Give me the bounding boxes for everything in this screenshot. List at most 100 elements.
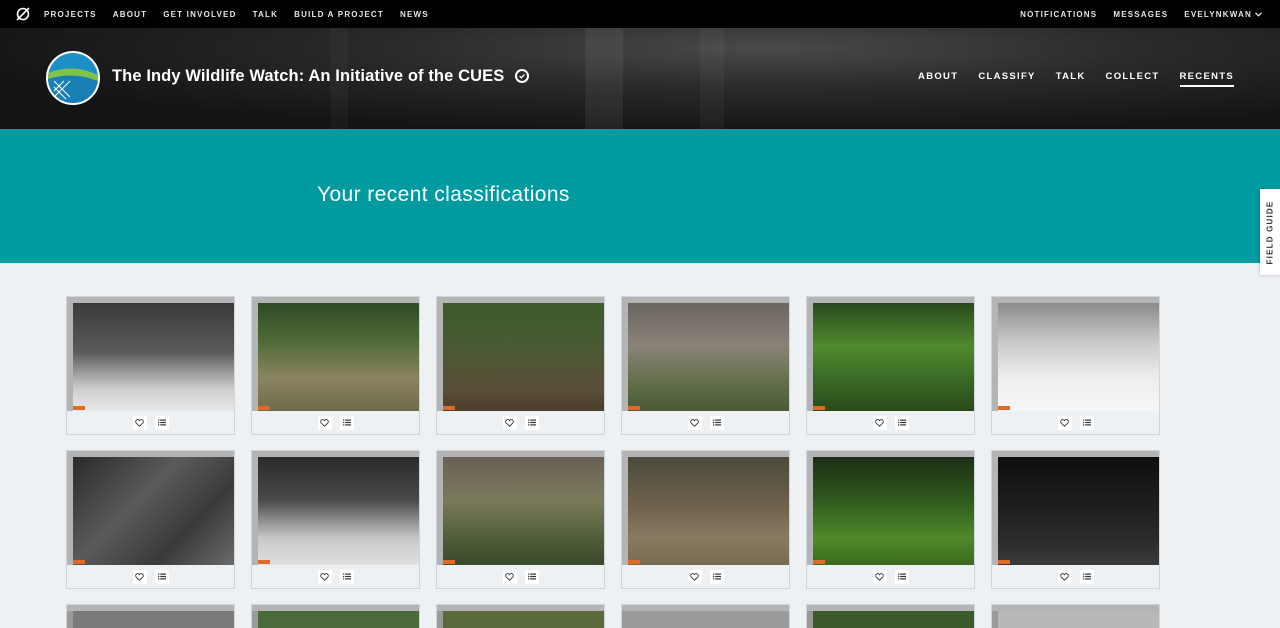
camera-trap-photo xyxy=(998,303,1159,411)
project-title[interactable]: The Indy Wildlife Watch: An Initiative o… xyxy=(112,67,504,86)
classification-card[interactable] xyxy=(436,450,605,589)
favorite-button[interactable] xyxy=(1057,569,1072,584)
project-nav-classify[interactable]: CLASSIFY xyxy=(978,71,1035,87)
camera-trap-photo xyxy=(73,457,234,565)
add-to-collection-button[interactable] xyxy=(154,415,169,430)
user-menu[interactable]: EVELYNKWAN xyxy=(1184,10,1262,19)
project-nav-about[interactable]: ABOUT xyxy=(918,71,958,87)
subject-thumbnail[interactable] xyxy=(807,605,974,628)
nav-get-involved[interactable]: GET INVOLVED xyxy=(163,10,236,19)
camera-trap-photo xyxy=(73,303,234,411)
subject-thumbnail[interactable] xyxy=(807,451,974,565)
classification-card[interactable] xyxy=(251,450,420,589)
subject-thumbnail[interactable] xyxy=(622,297,789,411)
favorite-button[interactable] xyxy=(1057,415,1072,430)
add-to-collection-button[interactable] xyxy=(894,569,909,584)
camera-trap-photo xyxy=(258,303,419,411)
favorite-button[interactable] xyxy=(502,415,517,430)
classification-card[interactable] xyxy=(66,604,235,628)
subject-thumbnail[interactable] xyxy=(67,297,234,411)
add-to-collection-button[interactable] xyxy=(524,415,539,430)
classification-card[interactable] xyxy=(991,604,1160,628)
heart-icon xyxy=(875,572,884,581)
camera-trap-photo xyxy=(443,303,604,411)
favorite-button[interactable] xyxy=(687,569,702,584)
favorite-button[interactable] xyxy=(872,569,887,584)
favorite-button[interactable] xyxy=(317,415,332,430)
subject-thumbnail[interactable] xyxy=(437,605,604,628)
classification-card[interactable] xyxy=(806,604,975,628)
add-to-collection-button[interactable] xyxy=(709,415,724,430)
favorite-button[interactable] xyxy=(502,569,517,584)
zooniverse-logo-icon[interactable] xyxy=(16,7,30,21)
project-nav-talk[interactable]: TALK xyxy=(1056,71,1086,87)
card-actions xyxy=(992,411,1159,434)
classification-card[interactable] xyxy=(621,296,790,435)
heart-icon xyxy=(135,572,144,581)
project-nav-recents[interactable]: RECENTS xyxy=(1179,71,1234,87)
subject-thumbnail[interactable] xyxy=(622,451,789,565)
subject-thumbnail[interactable] xyxy=(622,605,789,628)
classification-card[interactable] xyxy=(621,450,790,589)
heart-icon xyxy=(320,572,329,581)
chevron-down-icon xyxy=(1255,11,1262,17)
camera-trap-photo xyxy=(998,457,1159,565)
classification-card[interactable] xyxy=(66,450,235,589)
nav-projects[interactable]: PROJECTS xyxy=(44,10,97,19)
background-tree xyxy=(585,28,623,129)
classification-card[interactable] xyxy=(806,296,975,435)
add-to-collection-button[interactable] xyxy=(154,569,169,584)
add-to-collection-button[interactable] xyxy=(894,415,909,430)
subject-thumbnail[interactable] xyxy=(807,297,974,411)
camera-trap-photo xyxy=(813,611,974,628)
subject-thumbnail[interactable] xyxy=(992,605,1159,628)
classification-card[interactable] xyxy=(251,296,420,435)
add-to-collection-button[interactable] xyxy=(709,569,724,584)
add-to-collection-button[interactable] xyxy=(1079,415,1094,430)
classification-card[interactable] xyxy=(991,450,1160,589)
project-nav-collect[interactable]: COLLECT xyxy=(1106,71,1160,87)
nav-talk[interactable]: TALK xyxy=(253,10,279,19)
subject-thumbnail[interactable] xyxy=(252,605,419,628)
add-to-collection-button[interactable] xyxy=(1079,569,1094,584)
subject-thumbnail[interactable] xyxy=(992,451,1159,565)
favorite-button[interactable] xyxy=(687,415,702,430)
add-to-collection-button[interactable] xyxy=(339,569,354,584)
subject-thumbnail[interactable] xyxy=(252,451,419,565)
classification-card[interactable] xyxy=(251,604,420,628)
classification-card[interactable] xyxy=(66,296,235,435)
camera-tag xyxy=(998,406,1010,410)
classification-card[interactable] xyxy=(806,450,975,589)
subject-thumbnail[interactable] xyxy=(437,451,604,565)
classification-card[interactable] xyxy=(621,604,790,628)
add-to-collection-button[interactable] xyxy=(339,415,354,430)
field-guide-tab[interactable]: FIELD GUIDE xyxy=(1260,189,1280,275)
favorite-button[interactable] xyxy=(132,415,147,430)
subject-thumbnail[interactable] xyxy=(252,297,419,411)
classification-card[interactable] xyxy=(436,296,605,435)
favorite-button[interactable] xyxy=(317,569,332,584)
camera-trap-photo xyxy=(443,457,604,565)
favorite-button[interactable] xyxy=(872,415,887,430)
subject-thumbnail[interactable] xyxy=(437,297,604,411)
nav-notifications[interactable]: NOTIFICATIONS xyxy=(1020,10,1097,19)
nav-news[interactable]: NEWS xyxy=(400,10,429,19)
classification-card[interactable] xyxy=(991,296,1160,435)
favorite-button[interactable] xyxy=(132,569,147,584)
camera-tag xyxy=(73,406,85,410)
subject-thumbnail[interactable] xyxy=(67,605,234,628)
camera-trap-photo xyxy=(628,611,789,628)
card-actions xyxy=(992,565,1159,588)
list-icon xyxy=(712,573,721,580)
card-actions xyxy=(67,411,234,434)
subject-thumbnail[interactable] xyxy=(67,451,234,565)
list-icon xyxy=(897,419,906,426)
subject-thumbnail[interactable] xyxy=(992,297,1159,411)
nav-build-a-project[interactable]: BUILD A PROJECT xyxy=(294,10,384,19)
nav-about[interactable]: ABOUT xyxy=(113,10,147,19)
project-avatar[interactable] xyxy=(46,51,100,105)
list-icon xyxy=(712,419,721,426)
add-to-collection-button[interactable] xyxy=(524,569,539,584)
classification-card[interactable] xyxy=(436,604,605,628)
nav-messages[interactable]: MESSAGES xyxy=(1113,10,1168,19)
